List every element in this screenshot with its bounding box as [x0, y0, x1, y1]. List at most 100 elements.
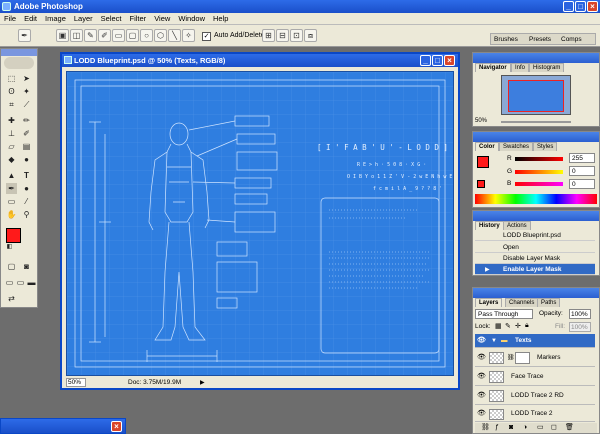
fill-field[interactable]: 100%	[569, 322, 591, 332]
new-group-icon[interactable]: ▭	[537, 423, 544, 433]
intersect-path-area-icon[interactable]: ⊡	[290, 29, 303, 42]
comps-well-tab[interactable]: Comps	[561, 36, 582, 43]
exclude-overlap-icon[interactable]: ⧈	[304, 29, 317, 42]
menu-window[interactable]: Window	[174, 13, 209, 25]
navigator-view-box[interactable]	[508, 80, 564, 112]
healing-brush-icon[interactable]: ✚	[6, 115, 17, 126]
tab-layers[interactable]: Layers	[475, 298, 503, 307]
layer-row-markers[interactable]: 👁︎ ⛓︎ Markers	[475, 349, 595, 367]
tab-info[interactable]: Info	[511, 63, 530, 72]
ellipse-shape-icon[interactable]: ○	[140, 29, 153, 42]
rounded-rectangle-icon[interactable]: ▢	[126, 29, 139, 42]
gradient-icon[interactable]: ▤	[21, 141, 32, 152]
blue-slider[interactable]	[515, 182, 563, 186]
layer-row-texts[interactable]: 👁︎ ▼ ▬ Texts	[475, 334, 595, 348]
lock-image-icon[interactable]: ✎	[505, 322, 511, 330]
minimized-close-icon[interactable]: ×	[111, 421, 122, 432]
layer-mask-thumbnail[interactable]	[515, 352, 530, 364]
close-icon[interactable]: ×	[587, 1, 598, 12]
history-state-slider-icon[interactable]: ▶	[485, 266, 491, 273]
menu-select[interactable]: Select	[97, 13, 126, 25]
zoom-level-field[interactable]: 50%	[66, 378, 86, 387]
delete-layer-icon[interactable]: 🗑︎	[565, 423, 574, 433]
eyedropper-icon[interactable]: ⁄	[21, 196, 32, 207]
layer-row-lodd-trace-2[interactable]: 👁︎ LODD Trace 2	[475, 406, 595, 422]
opacity-field[interactable]: 100%	[569, 309, 591, 319]
visibility-eye-icon[interactable]: 👁︎	[477, 387, 486, 405]
marquee-icon[interactable]: ⬚	[6, 73, 17, 84]
rectangle-shape-icon[interactable]: ▭	[112, 29, 125, 42]
lock-all-icon[interactable]: 🔒︎	[525, 322, 529, 330]
history-item-open[interactable]: Open	[475, 242, 595, 253]
navigator-thumbnail[interactable]	[501, 75, 571, 115]
type-icon[interactable]: T	[21, 170, 32, 181]
history-item-disable-mask[interactable]: Disable Layer Mask	[475, 253, 595, 264]
red-slider[interactable]	[515, 157, 563, 161]
magic-wand-icon[interactable]: ✦	[21, 86, 32, 97]
default-colors-icon[interactable]: ◧	[4, 242, 15, 253]
line-shape-icon[interactable]: ╲	[168, 29, 181, 42]
tab-color[interactable]: Color	[475, 142, 499, 151]
visibility-eye-icon[interactable]: 👁︎	[477, 368, 486, 386]
doc-close-icon[interactable]: ×	[444, 55, 455, 66]
pen-icon[interactable]: ✎	[84, 29, 97, 42]
brushes-well-tab[interactable]: Brushes	[494, 36, 518, 43]
layer-row-face-trace[interactable]: 👁︎ Face Trace	[475, 368, 595, 386]
menu-layer[interactable]: Layer	[70, 13, 97, 25]
eraser-icon[interactable]: ▱	[6, 141, 17, 152]
doc-maximize-icon[interactable]: □	[432, 55, 443, 66]
navigator-zoom-slider[interactable]	[501, 121, 571, 123]
zoom-icon[interactable]: ⚲	[21, 209, 32, 220]
custom-shape-icon[interactable]: ✧	[182, 29, 195, 42]
menu-filter[interactable]: Filter	[126, 13, 151, 25]
layer-style-icon[interactable]: ƒ	[495, 423, 499, 433]
tab-channels[interactable]: Channels	[505, 298, 539, 307]
tab-navigator[interactable]: Navigator	[475, 63, 511, 72]
color-foreground-chip[interactable]	[477, 156, 489, 168]
lasso-icon[interactable]: ʘ	[6, 86, 17, 97]
screen-mode-full-menu-icon[interactable]: ▭	[15, 277, 26, 288]
menu-view[interactable]: View	[150, 13, 174, 25]
minimized-document-window[interactable]: ×	[0, 418, 126, 434]
doc-minimize-icon[interactable]: _	[420, 55, 431, 66]
lock-transparency-icon[interactable]: ▦	[495, 322, 502, 330]
quick-mask-icon[interactable]: ◙	[21, 261, 32, 272]
menu-file[interactable]: File	[0, 13, 20, 25]
slice-icon[interactable]: ⟋	[21, 99, 32, 110]
dodge-icon[interactable]: ●	[21, 154, 32, 165]
polygon-shape-icon[interactable]: ⬡	[154, 29, 167, 42]
maximize-icon[interactable]: □	[575, 1, 586, 12]
presets-well-tab[interactable]: Presets	[529, 36, 551, 43]
subtract-path-area-icon[interactable]: ⊟	[276, 29, 289, 42]
paths-mode-icon[interactable]: ◫	[70, 29, 83, 42]
image-canvas[interactable]: [ I ' F A B ' U ' - L O D D ] R E > h · …	[66, 71, 454, 376]
expand-arrow-icon[interactable]: ▼	[491, 334, 497, 348]
blur-icon[interactable]: ◆	[6, 154, 17, 165]
standard-mode-icon[interactable]: ▢	[6, 261, 17, 272]
add-mask-icon[interactable]: ◙	[509, 423, 513, 433]
auto-add-delete-checkbox[interactable]: ✓	[202, 32, 211, 41]
visibility-eye-icon[interactable]: 👁︎	[477, 334, 486, 348]
freeform-pen-icon[interactable]: ✐	[98, 29, 111, 42]
pen-tool-preset-icon[interactable]: ✒	[18, 29, 31, 42]
visibility-eye-icon[interactable]: 👁︎	[477, 349, 486, 367]
notes-icon[interactable]: ▭	[6, 196, 17, 207]
status-menu-arrow-icon[interactable]: ▶	[200, 378, 205, 388]
blue-value-field[interactable]: 0	[569, 179, 595, 189]
green-slider[interactable]	[515, 170, 563, 174]
tab-paths[interactable]: Paths	[537, 298, 561, 307]
history-brush-icon[interactable]: ✐	[21, 128, 32, 139]
tab-swatches[interactable]: Swatches	[499, 142, 534, 151]
brush-icon[interactable]: ✏	[21, 115, 32, 126]
history-snapshot[interactable]: LODD Blueprint.psd	[475, 230, 595, 241]
tab-actions[interactable]: Actions	[503, 221, 531, 230]
foreground-color-swatch[interactable]	[6, 228, 21, 243]
link-layers-icon[interactable]: ⛓︎	[481, 423, 490, 433]
custom-shape-tool-icon[interactable]: ●	[21, 183, 32, 194]
new-layer-icon[interactable]: ◻	[551, 423, 557, 433]
history-item-enable-mask[interactable]: Enable Layer Mask	[475, 264, 595, 275]
adjustment-layer-icon[interactable]: ◑	[523, 423, 527, 433]
color-spectrum-bar[interactable]	[475, 194, 597, 204]
pen-tool-icon[interactable]: ✒	[6, 183, 17, 194]
blend-mode-select[interactable]: Pass Through	[475, 309, 533, 319]
